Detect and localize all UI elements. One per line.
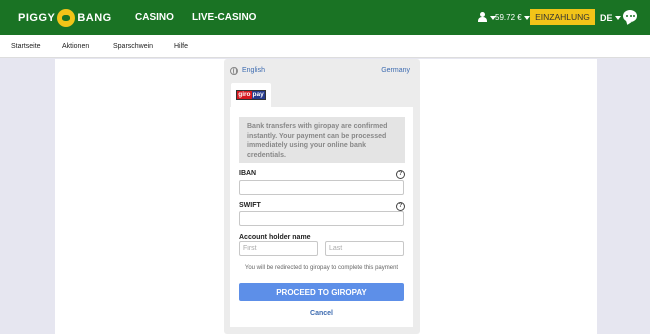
swift-input[interactable] — [239, 211, 404, 226]
help-icon[interactable]: ? — [396, 202, 405, 211]
chat-icon[interactable] — [623, 10, 637, 22]
content-margin — [597, 59, 650, 334]
piggybang-logo[interactable]: PIGGY BANG — [18, 8, 112, 28]
subnav-promotions[interactable]: Aktionen — [62, 35, 89, 58]
chevron-down-icon — [614, 15, 621, 20]
deposit-button[interactable]: EINZAHLUNG — [530, 9, 595, 25]
language-code: DE — [600, 12, 613, 23]
nav-casino[interactable]: CASINO — [135, 0, 174, 35]
redirect-note: You will be redirected to giropay to com… — [244, 265, 399, 271]
subnav-piggybank[interactable]: Sparschwein — [113, 35, 153, 58]
piggy-icon — [57, 9, 76, 27]
giropay-info-box: Bank transfers with giropay are confirme… — [239, 117, 405, 163]
iban-label: IBAN — [239, 170, 257, 177]
chevron-down-icon — [523, 15, 530, 20]
first-name-input[interactable] — [239, 241, 318, 256]
subnav-home[interactable]: Startseite — [11, 35, 41, 58]
top-header: PIGGY BANG CASINO LIVE-CASINO 59.72 € EI… — [0, 0, 650, 35]
iban-input[interactable] — [239, 180, 404, 195]
logo-text-left: PIGGY — [18, 12, 56, 24]
user-menu[interactable] — [478, 11, 496, 24]
payment-language-selector[interactable]: English — [242, 67, 265, 74]
balance-display[interactable]: 59.72 € — [495, 11, 530, 24]
sub-navigation: Startseite Aktionen Sparschwein Hilfe — [0, 35, 650, 58]
last-name-input[interactable] — [325, 241, 404, 256]
language-selector[interactable]: DE — [600, 11, 621, 24]
giropay-logo: giro pay — [236, 90, 266, 100]
help-icon[interactable]: ? — [396, 170, 405, 179]
payment-locale-row: English Germany — [230, 66, 410, 78]
account-holder-label: Account holder name — [239, 234, 311, 241]
payment-country-selector[interactable]: Germany — [381, 67, 410, 74]
proceed-to-giropay-button[interactable]: PROCEED TO GIROPAY — [239, 283, 404, 301]
globe-icon — [230, 67, 238, 75]
user-icon — [478, 12, 488, 23]
subnav-help[interactable]: Hilfe — [174, 35, 188, 58]
nav-live-casino[interactable]: LIVE-CASINO — [192, 0, 256, 35]
cancel-link[interactable]: Cancel — [230, 310, 413, 317]
tab-giropay[interactable]: giro pay — [231, 83, 271, 107]
logo-text-right: BANG — [77, 12, 112, 24]
balance-value: 59.72 € — [495, 13, 522, 22]
swift-label: SWIFT — [239, 202, 261, 209]
